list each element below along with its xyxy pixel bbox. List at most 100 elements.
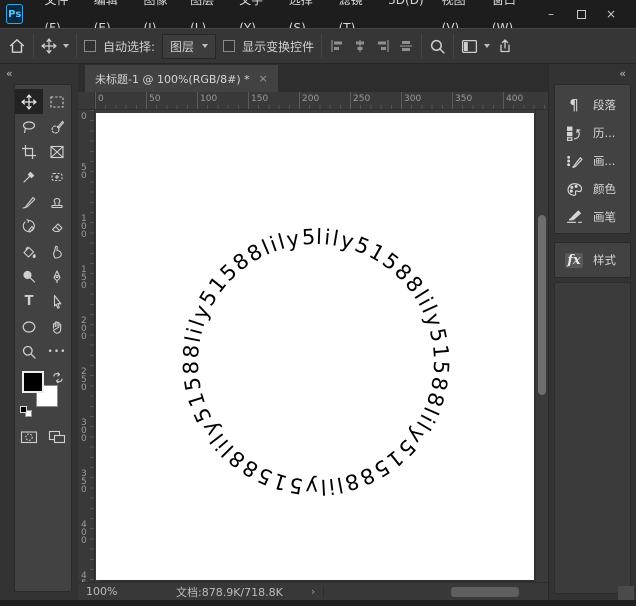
path-selection-tool[interactable] xyxy=(43,289,71,314)
status-expand-icon[interactable]: › xyxy=(311,585,315,598)
auto-select-checkbox[interactable] xyxy=(84,40,96,52)
chevron-down-icon xyxy=(63,44,69,48)
type-tool[interactable]: T xyxy=(15,289,43,314)
history-brush-tool[interactable] xyxy=(15,214,43,239)
ruler-tick-label: 200 xyxy=(81,317,89,341)
move-tool[interactable] xyxy=(15,89,43,114)
canvas[interactable]: lily51588lily51588lily51588lily51588lily… xyxy=(96,113,534,580)
eyedropper-tool[interactable] xyxy=(15,164,43,189)
divider xyxy=(33,34,34,58)
panel-tab-brush-settings[interactable]: 画... xyxy=(555,147,630,175)
paragraph-icon: ¶ xyxy=(564,96,584,114)
collapse-panels-icon[interactable]: « xyxy=(619,67,626,80)
divider xyxy=(421,34,422,58)
ruler-tick-label: 250 xyxy=(81,368,89,392)
move-tool-preset[interactable] xyxy=(41,38,69,54)
auto-select-dropdown[interactable]: 图层 xyxy=(162,34,216,59)
title-bar: Ps 文件(F)编辑(E)图像(I)图层(L)文字(Y)选择(S)滤镜(T)3D… xyxy=(0,0,636,28)
show-transform-checkbox[interactable] xyxy=(223,40,235,52)
ruler-tick-label: 250 xyxy=(353,94,370,104)
horizontal-scrollbar-thumb[interactable] xyxy=(451,587,519,597)
tools-dock: « xyxy=(0,64,78,600)
canvas-viewport: 05010015020025030035040045 lily51588lily… xyxy=(78,110,548,582)
document-tab-title: 未标题-1 @ 100%(RGB/8#) * xyxy=(95,71,250,87)
pen-tool[interactable] xyxy=(43,264,71,289)
color-swatches-widget xyxy=(15,370,71,420)
smudge-tool[interactable] xyxy=(43,239,71,264)
svg-text:lily51588lily51588lily51588lil: lily51588lily51588lily51588lily51588lily… xyxy=(96,113,453,499)
photoshop-window: Ps 文件(F)编辑(E)图像(I)图层(L)文字(Y)选择(S)滤镜(T)3D… xyxy=(0,0,636,606)
eraser-tool[interactable] xyxy=(43,214,71,239)
ruler-tick-label: 150 xyxy=(251,94,268,104)
crop-tool[interactable] xyxy=(15,139,43,164)
align-horizontal-centers-icon[interactable] xyxy=(352,38,368,54)
zoom-tool[interactable] xyxy=(15,339,43,364)
ruler-tick-label: 400 xyxy=(81,521,89,545)
hand-tool[interactable] xyxy=(43,314,71,339)
collapse-tools-icon[interactable]: « xyxy=(6,67,13,80)
panel-tab-paragraph[interactable]: ¶ 段落 xyxy=(555,91,630,119)
panel-group: ¶ 段落 历... 画... xyxy=(554,84,631,234)
default-colors-icon[interactable] xyxy=(20,406,34,418)
ruler-tick-label: 350 xyxy=(455,94,472,104)
distribute-icon[interactable] xyxy=(398,38,414,54)
home-icon[interactable] xyxy=(8,37,26,55)
panel-tab-color[interactable]: 颜色 xyxy=(555,175,630,203)
resize-corner[interactable] xyxy=(618,586,634,600)
foreground-color[interactable] xyxy=(22,371,44,393)
panel-tab-styles[interactable]: fx 样式 xyxy=(555,246,616,274)
ruler-tick-label: 200 xyxy=(302,94,319,104)
align-left-edges-icon[interactable] xyxy=(329,38,345,54)
horizontal-ruler: 050100150200250300350400 xyxy=(95,92,548,109)
dodge-tool[interactable] xyxy=(15,264,43,289)
photoshop-logo-icon: Ps xyxy=(6,4,23,24)
pasteboard: lily51588lily51588lily51588lily51588lily… xyxy=(96,110,535,582)
more-tools-icon[interactable]: ••• xyxy=(43,339,71,364)
search-icon[interactable] xyxy=(429,38,446,55)
ruler-tick-label: 300 xyxy=(81,419,89,443)
window-bottom-edge xyxy=(0,600,636,606)
quick-selection-tool[interactable] xyxy=(43,114,71,139)
close-button[interactable]: × xyxy=(596,2,626,26)
panel-tab-history[interactable]: 历... xyxy=(555,119,630,147)
paint-bucket-tool[interactable] xyxy=(15,239,43,264)
ruler-minor-ticks xyxy=(90,110,94,582)
brush-settings-icon xyxy=(564,153,584,170)
ruler-tick-label: 300 xyxy=(404,94,421,104)
document-size-info: 文档:878.9K/718.8K xyxy=(176,584,283,600)
panel-tab-brushes[interactable]: 画笔 xyxy=(555,203,630,231)
vertical-scrollbar[interactable] xyxy=(535,110,548,582)
zoom-level[interactable]: 100% xyxy=(86,585,138,598)
auto-select-label: 自动选择: xyxy=(103,38,155,55)
screen-mode-button[interactable] xyxy=(43,424,71,449)
tab-close-icon[interactable]: × xyxy=(259,72,268,85)
divider xyxy=(323,586,324,598)
horizontal-ruler-row: 050100150200250300350400 xyxy=(78,92,548,110)
chevron-down-icon xyxy=(484,44,490,48)
rectangular-marquee-tool[interactable] xyxy=(43,89,71,114)
history-icon xyxy=(564,125,584,142)
vertical-scrollbar-thumb[interactable] xyxy=(538,215,546,395)
brush-tool[interactable] xyxy=(15,189,43,214)
align-right-edges-icon[interactable] xyxy=(375,38,391,54)
document-tab[interactable]: 未标题-1 @ 100%(RGB/8#) * × xyxy=(85,65,278,92)
auto-select-value: 图层 xyxy=(170,38,194,55)
spot-healing-brush-tool[interactable] xyxy=(43,164,71,189)
frame-tool[interactable] xyxy=(43,139,71,164)
share-icon[interactable] xyxy=(497,38,513,54)
horizontal-scrollbar[interactable] xyxy=(332,586,544,598)
ruler-tick-label: 50 xyxy=(149,94,160,104)
ruler-tick-label: 45 xyxy=(81,572,89,582)
window-controls: – × xyxy=(536,2,626,26)
document-area: 未标题-1 @ 100%(RGB/8#) * × 050100150200250… xyxy=(78,64,548,600)
maximize-button[interactable] xyxy=(566,2,596,26)
ruler-tick-label: 50 xyxy=(81,164,89,180)
workspace-switcher-icon[interactable] xyxy=(461,39,490,54)
ellipse-tool[interactable] xyxy=(15,314,43,339)
quick-mask-button[interactable] xyxy=(15,424,43,449)
minimize-button[interactable]: – xyxy=(536,2,566,26)
lasso-tool[interactable] xyxy=(15,114,43,139)
fx-styles-icon: fx xyxy=(564,253,584,268)
toolbar: T ••• xyxy=(14,84,72,592)
clone-stamp-tool[interactable] xyxy=(43,189,71,214)
